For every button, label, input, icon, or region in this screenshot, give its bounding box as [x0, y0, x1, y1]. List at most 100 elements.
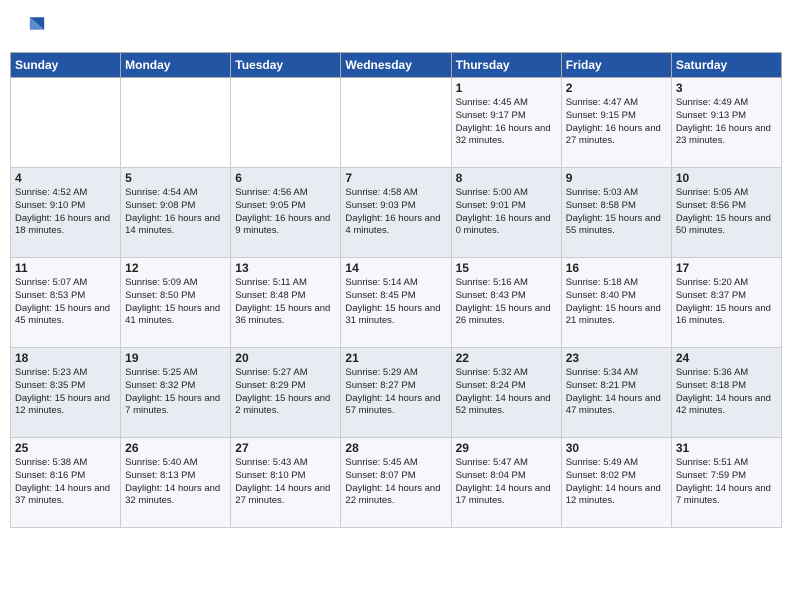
calendar-cell: 2 Sunrise: 4:47 AM Sunset: 9:15 PM Daylig… — [561, 78, 671, 168]
calendar-cell: 27 Sunrise: 5:43 AM Sunset: 8:10 PM Dayli… — [231, 438, 341, 528]
page-header — [10, 10, 782, 46]
day-info: Sunrise: 5:09 AM Sunset: 8:50 PM Dayligh… — [125, 277, 226, 328]
day-number: 29 — [456, 441, 557, 455]
calendar-cell: 15 Sunrise: 5:16 AM Sunset: 8:43 PM Dayli… — [451, 258, 561, 348]
day-number: 2 — [566, 81, 667, 95]
calendar-cell: 11 Sunrise: 5:07 AM Sunset: 8:53 PM Dayli… — [11, 258, 121, 348]
day-number: 27 — [235, 441, 336, 455]
weekday-header-monday: Monday — [121, 53, 231, 78]
day-number: 28 — [345, 441, 446, 455]
calendar-week-5: 25 Sunrise: 5:38 AM Sunset: 8:16 PM Dayli… — [11, 438, 782, 528]
day-number: 9 — [566, 171, 667, 185]
day-info: Sunrise: 5:36 AM Sunset: 8:18 PM Dayligh… — [676, 367, 777, 418]
day-number: 12 — [125, 261, 226, 275]
day-number: 10 — [676, 171, 777, 185]
day-number: 18 — [15, 351, 116, 365]
weekday-header-tuesday: Tuesday — [231, 53, 341, 78]
day-number: 13 — [235, 261, 336, 275]
day-number: 14 — [345, 261, 446, 275]
weekday-header-thursday: Thursday — [451, 53, 561, 78]
logo-icon — [10, 10, 46, 46]
weekday-header-wednesday: Wednesday — [341, 53, 451, 78]
calendar-cell: 5Sunrise: 4:54 AM Sunset: 9:08 PM Daylig… — [121, 168, 231, 258]
day-number: 22 — [456, 351, 557, 365]
day-info: Sunrise: 5:05 AM Sunset: 8:56 PM Dayligh… — [676, 187, 777, 238]
day-info: Sunrise: 4:52 AM Sunset: 9:10 PM Dayligh… — [15, 187, 116, 238]
calendar-table: SundayMondayTuesdayWednesdayThursdayFrid… — [10, 52, 782, 528]
calendar-cell — [341, 78, 451, 168]
calendar-cell: 10 Sunrise: 5:05 AM Sunset: 8:56 PM Dayli… — [671, 168, 781, 258]
day-number: 31 — [676, 441, 777, 455]
day-info: Sunrise: 5:03 AM Sunset: 8:58 PM Dayligh… — [566, 187, 667, 238]
calendar-cell: 25 Sunrise: 5:38 AM Sunset: 8:16 PM Dayli… — [11, 438, 121, 528]
calendar-cell: 13 Sunrise: 5:11 AM Sunset: 8:48 PM Dayli… — [231, 258, 341, 348]
day-number: 30 — [566, 441, 667, 455]
day-number: 20 — [235, 351, 336, 365]
day-info: Sunrise: 5:16 AM Sunset: 8:43 PM Dayligh… — [456, 277, 557, 328]
day-number: 21 — [345, 351, 446, 365]
calendar-cell: 4 Sunrise: 4:52 AM Sunset: 9:10 PM Daylig… — [11, 168, 121, 258]
calendar-cell: 18 Sunrise: 5:23 AM Sunset: 8:35 PM Dayli… — [11, 348, 121, 438]
calendar-cell — [11, 78, 121, 168]
calendar-cell: 21 Sunrise: 5:29 AM Sunset: 8:27 PM Dayli… — [341, 348, 451, 438]
day-number: 17 — [676, 261, 777, 275]
day-number: 8 — [456, 171, 557, 185]
calendar-cell: 20 Sunrise: 5:27 AM Sunset: 8:29 PM Dayli… — [231, 348, 341, 438]
calendar-cell: 24 Sunrise: 5:36 AM Sunset: 8:18 PM Dayli… — [671, 348, 781, 438]
calendar-cell: 3 Sunrise: 4:49 AM Sunset: 9:13 PM Daylig… — [671, 78, 781, 168]
day-number: 3 — [676, 81, 777, 95]
day-number: 23 — [566, 351, 667, 365]
day-number: 6 — [235, 171, 336, 185]
day-number: 1 — [456, 81, 557, 95]
calendar-cell: 14 Sunrise: 5:14 AM Sunset: 8:45 PM Dayli… — [341, 258, 451, 348]
day-info: Sunrise: 5:38 AM Sunset: 8:16 PM Dayligh… — [15, 457, 116, 508]
day-info: Sunrise: 5:07 AM Sunset: 8:53 PM Dayligh… — [15, 277, 116, 328]
day-info: Sunrise: 5:51 AM Sunset: 7:59 PM Dayligh… — [676, 457, 777, 508]
weekday-header-saturday: Saturday — [671, 53, 781, 78]
day-number: 26 — [125, 441, 226, 455]
calendar-week-1: 1Sunrise: 4:45 AM Sunset: 9:17 PM Daylig… — [11, 78, 782, 168]
calendar-cell — [231, 78, 341, 168]
day-info: Sunrise: 5:49 AM Sunset: 8:02 PM Dayligh… — [566, 457, 667, 508]
day-info: Sunrise: 5:11 AM Sunset: 8:48 PM Dayligh… — [235, 277, 336, 328]
day-info: Sunrise: 5:18 AM Sunset: 8:40 PM Dayligh… — [566, 277, 667, 328]
weekday-header-friday: Friday — [561, 53, 671, 78]
day-info: Sunrise: 5:27 AM Sunset: 8:29 PM Dayligh… — [235, 367, 336, 418]
day-info: Sunrise: 5:45 AM Sunset: 8:07 PM Dayligh… — [345, 457, 446, 508]
day-number: 19 — [125, 351, 226, 365]
day-number: 15 — [456, 261, 557, 275]
calendar-cell — [121, 78, 231, 168]
calendar-cell: 28 Sunrise: 5:45 AM Sunset: 8:07 PM Dayli… — [341, 438, 451, 528]
day-info: Sunrise: 5:23 AM Sunset: 8:35 PM Dayligh… — [15, 367, 116, 418]
day-info: Sunrise: 4:47 AM Sunset: 9:15 PM Dayligh… — [566, 97, 667, 148]
calendar-cell: 7 Sunrise: 4:58 AM Sunset: 9:03 PM Daylig… — [341, 168, 451, 258]
day-info: Sunrise: 4:58 AM Sunset: 9:03 PM Dayligh… — [345, 187, 446, 238]
calendar-cell: 30 Sunrise: 5:49 AM Sunset: 8:02 PM Dayli… — [561, 438, 671, 528]
day-info: Sunrise: 5:43 AM Sunset: 8:10 PM Dayligh… — [235, 457, 336, 508]
day-number: 16 — [566, 261, 667, 275]
calendar-cell: 19Sunrise: 5:25 AM Sunset: 8:32 PM Dayli… — [121, 348, 231, 438]
calendar-cell: 29Sunrise: 5:47 AM Sunset: 8:04 PM Dayli… — [451, 438, 561, 528]
day-info: Sunrise: 4:49 AM Sunset: 9:13 PM Dayligh… — [676, 97, 777, 148]
day-number: 7 — [345, 171, 446, 185]
calendar-week-2: 4 Sunrise: 4:52 AM Sunset: 9:10 PM Daylig… — [11, 168, 782, 258]
day-info: Sunrise: 4:56 AM Sunset: 9:05 PM Dayligh… — [235, 187, 336, 238]
calendar-cell: 8 Sunrise: 5:00 AM Sunset: 9:01 PM Daylig… — [451, 168, 561, 258]
day-number: 24 — [676, 351, 777, 365]
day-number: 5 — [125, 171, 226, 185]
day-info: Sunrise: 5:20 AM Sunset: 8:37 PM Dayligh… — [676, 277, 777, 328]
day-number: 4 — [15, 171, 116, 185]
day-info: Sunrise: 5:32 AM Sunset: 8:24 PM Dayligh… — [456, 367, 557, 418]
calendar-cell: 26Sunrise: 5:40 AM Sunset: 8:13 PM Dayli… — [121, 438, 231, 528]
day-info: Sunrise: 5:00 AM Sunset: 9:01 PM Dayligh… — [456, 187, 557, 238]
calendar-cell: 22 Sunrise: 5:32 AM Sunset: 8:24 PM Dayli… — [451, 348, 561, 438]
calendar-cell: 23Sunrise: 5:34 AM Sunset: 8:21 PM Dayli… — [561, 348, 671, 438]
calendar-cell: 12 Sunrise: 5:09 AM Sunset: 8:50 PM Dayli… — [121, 258, 231, 348]
calendar-week-3: 11 Sunrise: 5:07 AM Sunset: 8:53 PM Dayli… — [11, 258, 782, 348]
day-info: Sunrise: 5:14 AM Sunset: 8:45 PM Dayligh… — [345, 277, 446, 328]
calendar-cell: 1Sunrise: 4:45 AM Sunset: 9:17 PM Daylig… — [451, 78, 561, 168]
day-number: 25 — [15, 441, 116, 455]
calendar-cell: 9 Sunrise: 5:03 AM Sunset: 8:58 PM Daylig… — [561, 168, 671, 258]
day-info: Sunrise: 5:29 AM Sunset: 8:27 PM Dayligh… — [345, 367, 446, 418]
day-number: 11 — [15, 261, 116, 275]
